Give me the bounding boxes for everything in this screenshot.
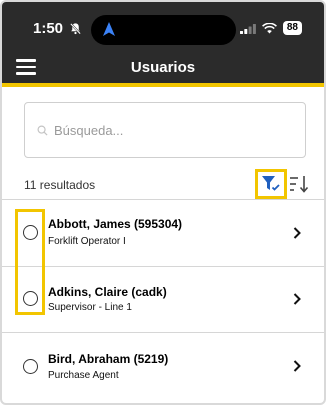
user-list-item[interactable]: Adkins, Claire (cadk) Supervisor - Line …	[2, 267, 324, 335]
user-role: Supervisor - Line 1	[48, 302, 132, 313]
search-icon	[37, 125, 48, 136]
sort-icon	[290, 176, 309, 193]
filter-button[interactable]	[255, 169, 287, 199]
chevron-right-icon	[293, 360, 301, 372]
select-radio[interactable]	[23, 359, 38, 374]
chevron-right-icon	[293, 227, 301, 239]
signal-icon	[239, 23, 256, 34]
results-count: 11 resultados	[24, 178, 96, 192]
sort-button[interactable]	[289, 173, 309, 195]
wifi-icon	[261, 22, 277, 33]
user-list-item[interactable]: Abbott, James (595304) Forklift Operator…	[2, 200, 324, 268]
filter-icon	[262, 176, 280, 191]
status-indicators: 88	[239, 21, 302, 35]
user-role: Purchase Agent	[48, 370, 119, 381]
navigation-arrow-icon	[103, 22, 115, 36]
search-input[interactable]	[54, 122, 274, 138]
status-time: 1:50	[33, 20, 82, 37]
chevron-right-icon	[293, 293, 301, 305]
user-name: Adkins, Claire (cadk)	[48, 285, 167, 299]
select-radio[interactable]	[23, 225, 38, 240]
app-screen: 1:50 88 Usuarios Búsqueda... 11 resultad…	[0, 0, 326, 405]
dynamic-island	[91, 15, 236, 45]
app-header: 1:50 88 Usuarios	[2, 2, 324, 87]
select-radio[interactable]	[23, 291, 38, 306]
search-field[interactable]	[24, 102, 306, 158]
battery-indicator: 88	[282, 21, 302, 35]
user-list-item[interactable]: Bird, Abraham (5219) Purchase Agent	[2, 333, 324, 401]
status-time-label: 1:50	[33, 20, 64, 37]
silent-bell-icon	[70, 23, 81, 35]
user-name: Abbott, James (595304)	[48, 217, 183, 231]
page-title: Usuarios	[130, 59, 196, 76]
user-role: Forklift Operator I	[48, 236, 126, 247]
user-name: Bird, Abraham (5219)	[48, 352, 169, 366]
